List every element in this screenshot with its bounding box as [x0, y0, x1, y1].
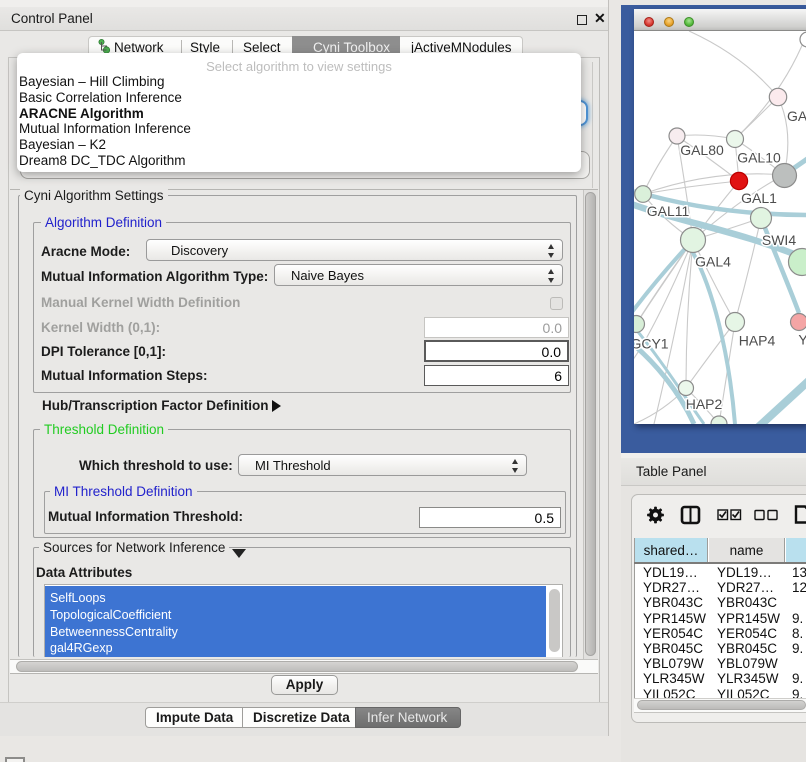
svg-text:GAL8: GAL8 — [787, 108, 806, 124]
svg-text:HAP4: HAP4 — [739, 333, 776, 349]
svg-text:Y: Y — [798, 332, 806, 348]
svg-text:GCY1: GCY1 — [634, 336, 669, 352]
svg-text:GAL1: GAL1 — [741, 190, 777, 206]
svg-text:SWI4: SWI4 — [762, 232, 796, 248]
svg-text:GAL11: GAL11 — [647, 203, 690, 219]
svg-text:GAL80: GAL80 — [680, 142, 724, 158]
svg-text:HAP2: HAP2 — [686, 396, 723, 412]
svg-text:GAL10: GAL10 — [737, 150, 781, 166]
svg-text:GAL4: GAL4 — [695, 254, 731, 270]
